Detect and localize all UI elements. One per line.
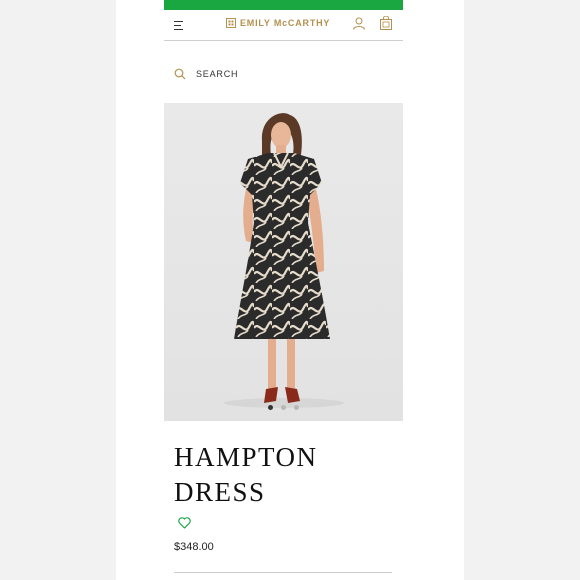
site-header: EMILY McCARTHY xyxy=(164,10,403,41)
brand-logo[interactable]: EMILY McCARTHY xyxy=(226,18,330,28)
product-image[interactable] xyxy=(164,103,403,421)
menu-icon[interactable] xyxy=(174,21,183,30)
product-title-line2: DRESS xyxy=(174,477,266,507)
product-page: EMILY McCARTHY SEARCH HAMPTON DRESS $348… xyxy=(116,0,464,580)
carousel-dot[interactable] xyxy=(294,405,299,410)
brand-name: EMILY McCARTHY xyxy=(240,18,331,28)
search-label: SEARCH xyxy=(196,69,239,79)
heart-icon[interactable] xyxy=(178,517,191,529)
search-bar[interactable]: SEARCH xyxy=(174,68,238,80)
carousel-dot[interactable] xyxy=(268,405,273,410)
carousel-dot[interactable] xyxy=(281,405,286,410)
search-icon xyxy=(174,68,186,80)
promo-banner[interactable] xyxy=(164,0,403,10)
product-price: $348.00 xyxy=(174,541,214,553)
account-icon[interactable] xyxy=(352,16,366,30)
logo-mark-icon xyxy=(226,18,236,28)
divider xyxy=(174,572,392,573)
image-carousel-dots xyxy=(164,405,403,410)
product-title-line1: HAMPTON xyxy=(174,442,318,472)
shopping-bag-icon[interactable] xyxy=(380,16,392,30)
product-title: HAMPTON DRESS xyxy=(174,440,394,510)
model-photo xyxy=(224,113,344,408)
